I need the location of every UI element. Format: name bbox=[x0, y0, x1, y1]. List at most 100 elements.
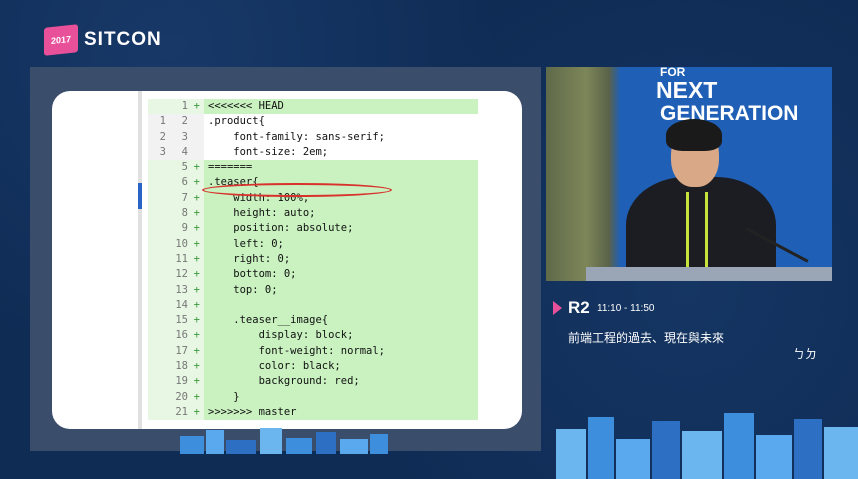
building bbox=[588, 417, 614, 479]
code-text: ======= bbox=[204, 160, 478, 176]
code-line: 20 + } bbox=[148, 389, 478, 405]
building bbox=[286, 438, 312, 454]
new-line-number: 8 bbox=[170, 206, 192, 222]
code-text: display: block; bbox=[204, 328, 478, 344]
new-line-number: 13 bbox=[170, 282, 192, 298]
building bbox=[180, 436, 204, 454]
old-line-number bbox=[148, 359, 170, 375]
building bbox=[724, 413, 754, 479]
diff-sign: + bbox=[192, 206, 204, 222]
new-line-number: 12 bbox=[170, 267, 192, 283]
code-text: background: red; bbox=[204, 374, 478, 390]
code-line: 9 + position: absolute; bbox=[148, 221, 478, 237]
building bbox=[682, 431, 722, 479]
highlight-ellipse bbox=[202, 183, 392, 197]
diff-sign: + bbox=[192, 404, 204, 421]
old-line-number bbox=[148, 236, 170, 252]
code-line: 8 + height: auto; bbox=[148, 206, 478, 222]
code-line: 5 + ======= bbox=[148, 160, 478, 176]
new-line-number: 4 bbox=[170, 144, 192, 161]
diff-sign: + bbox=[192, 221, 204, 237]
slide-scrollbar-thumb bbox=[138, 183, 142, 209]
new-line-number: 17 bbox=[170, 343, 192, 360]
slide-frame: 1 + <<<<<<< HEAD 1 2 .product{2 3 font-family:… bbox=[30, 67, 541, 451]
diff-sign: + bbox=[192, 99, 204, 115]
room-label: R2 bbox=[568, 298, 590, 317]
old-line-number bbox=[148, 160, 170, 176]
new-line-number: 6 bbox=[170, 175, 192, 191]
diff-sign bbox=[192, 129, 204, 145]
talk-title: 前端工程的過去、現在與未來 bbox=[568, 331, 725, 345]
new-line-number: 14 bbox=[170, 297, 192, 314]
play-icon bbox=[553, 301, 562, 315]
code-line: 17 + font-weight: normal; bbox=[148, 343, 478, 360]
old-line-number: 3 bbox=[148, 144, 170, 161]
new-line-number: 11 bbox=[170, 251, 192, 268]
building bbox=[652, 421, 680, 479]
code-line: 23 font-family: sans-serif; bbox=[148, 129, 478, 145]
building bbox=[226, 440, 256, 454]
old-line-number bbox=[148, 313, 170, 329]
building bbox=[260, 428, 282, 454]
code-line: 19 + background: red; bbox=[148, 374, 478, 390]
new-line-number: 19 bbox=[170, 374, 192, 390]
building bbox=[206, 430, 224, 454]
new-line-number: 16 bbox=[170, 328, 192, 344]
old-line-number bbox=[148, 343, 170, 360]
old-line-number bbox=[148, 389, 170, 405]
code-text: } bbox=[204, 389, 478, 405]
old-line-number bbox=[148, 175, 170, 191]
diff-sign bbox=[192, 144, 204, 161]
building bbox=[556, 429, 586, 479]
code-text: .product{ bbox=[208, 115, 265, 128]
slide-scrollbar bbox=[138, 91, 142, 429]
logo-text: SITCON bbox=[84, 29, 162, 50]
code-line: 12 + bottom: 0; bbox=[148, 267, 478, 283]
new-line-number: 20 bbox=[170, 389, 192, 405]
diff-sign: + bbox=[192, 359, 204, 375]
new-line-number: 3 bbox=[170, 129, 192, 145]
code-line: 34 font-size: 2em; bbox=[148, 144, 478, 161]
new-line-number: 5 bbox=[170, 160, 192, 176]
code-text: position: absolute; bbox=[204, 221, 478, 237]
building bbox=[370, 434, 388, 454]
podium bbox=[586, 267, 832, 281]
diff-sign: + bbox=[192, 313, 204, 329]
old-line-number: 2 bbox=[148, 129, 170, 145]
building bbox=[616, 439, 650, 479]
lanyard bbox=[686, 192, 708, 277]
diff-sign: + bbox=[192, 343, 204, 360]
diff-sign: + bbox=[192, 328, 204, 344]
code-text: font-size: 2em; bbox=[208, 145, 329, 158]
session-time: 11:10 - 11:50 bbox=[597, 303, 655, 314]
old-line-number bbox=[148, 404, 170, 421]
building bbox=[794, 419, 822, 479]
old-line-number bbox=[148, 99, 170, 115]
diff-sign: + bbox=[192, 282, 204, 298]
building bbox=[340, 439, 368, 454]
old-line-number bbox=[148, 190, 170, 207]
old-line-number bbox=[148, 282, 170, 298]
banner-next: NEXT bbox=[656, 77, 718, 103]
code-text: <<<<<<< HEAD bbox=[204, 99, 478, 115]
code-text: font-family: sans-serif; bbox=[208, 130, 386, 143]
diff-sign: + bbox=[192, 236, 204, 252]
speaker-camera: FOR NEXT GENERATION bbox=[546, 67, 832, 281]
sitcon-logo: 2017 SITCON bbox=[44, 24, 162, 56]
new-line-number: 1 bbox=[170, 99, 192, 115]
code-text: >>>>>>> master bbox=[204, 404, 478, 421]
code-text: height: auto; bbox=[204, 206, 478, 222]
diff-sign: + bbox=[192, 160, 204, 176]
old-line-number bbox=[148, 267, 170, 283]
code-line: 1 + <<<<<<< HEAD bbox=[148, 99, 478, 115]
diff-sign: + bbox=[192, 374, 204, 390]
diff-sign: + bbox=[192, 297, 204, 314]
city-decoration-right bbox=[556, 400, 858, 479]
old-line-number bbox=[148, 328, 170, 344]
new-line-number: 10 bbox=[170, 236, 192, 252]
new-line-number: 9 bbox=[170, 221, 192, 237]
diff-sign bbox=[192, 114, 204, 130]
building bbox=[824, 427, 858, 479]
code-text bbox=[204, 297, 478, 314]
speaker-name: ㄅㄉ bbox=[793, 347, 818, 361]
